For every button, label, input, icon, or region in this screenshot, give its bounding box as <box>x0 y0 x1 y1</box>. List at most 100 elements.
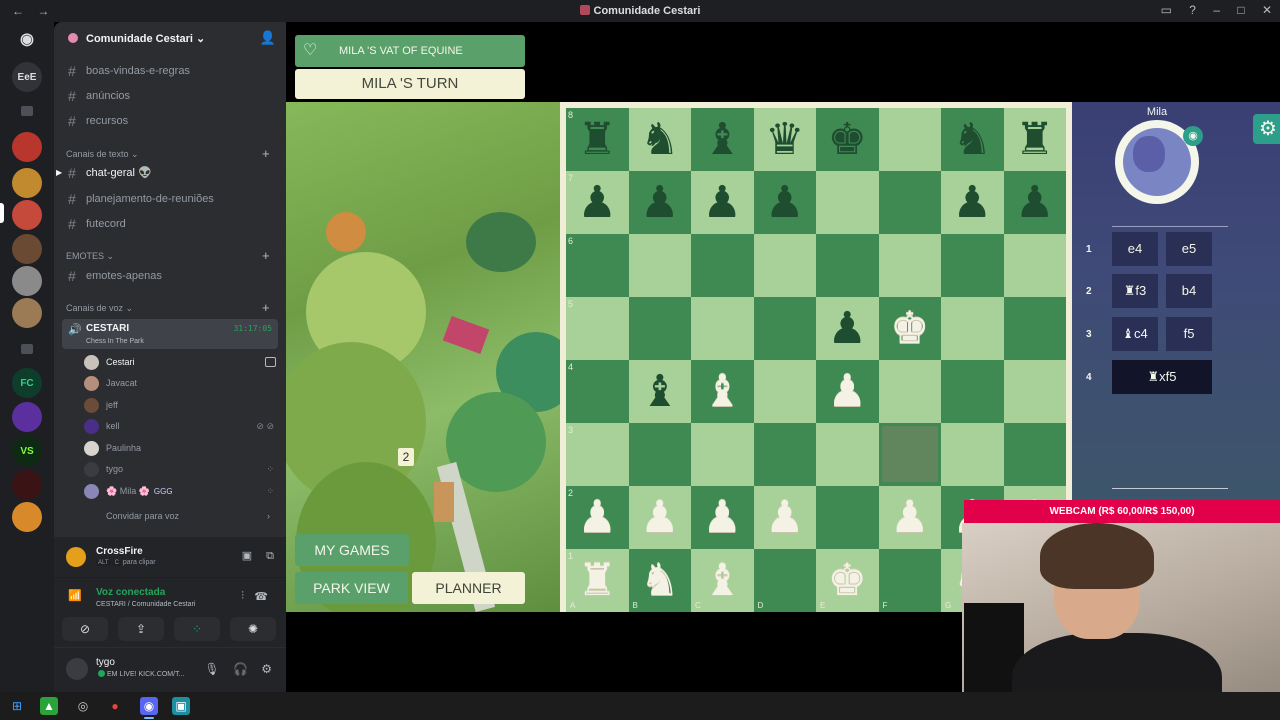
voice-user[interactable]: Paulinha <box>84 438 280 458</box>
channel-chat-geral[interactable]: ▶ # chat-geral 👽 <box>56 162 278 184</box>
black-bishop-piece[interactable]: ♝ <box>629 360 692 423</box>
black-pawn-piece[interactable]: ♟ <box>941 171 1004 234</box>
inbox-icon[interactable]: ▭ <box>1161 3 1172 17</box>
add-channel-icon[interactable]: + <box>262 248 270 263</box>
app-icon[interactable]: ▲ <box>40 697 58 715</box>
server-avatar[interactable] <box>12 132 42 162</box>
board-square[interactable]: 4 <box>566 360 629 423</box>
app-icon[interactable]: ◎ <box>74 697 92 715</box>
black-queen-piece[interactable]: ♛ <box>754 108 817 171</box>
white-pawn-piece[interactable]: ♟ <box>879 486 942 549</box>
noise-suppression-icon[interactable]: ⫶ <box>241 590 244 603</box>
white-pawn-piece[interactable]: ♟ <box>754 486 817 549</box>
board-square[interactable]: F <box>878 549 941 612</box>
move-black[interactable]: f5 <box>1166 317 1212 351</box>
minimize-icon[interactable]: – <box>1213 3 1220 17</box>
add-channel-icon[interactable]: + <box>262 300 270 315</box>
channel-planejamento[interactable]: # planejamento-de-reuniões <box>62 188 278 210</box>
server-eee[interactable]: EeE <box>12 62 42 92</box>
board-square[interactable] <box>816 171 879 234</box>
board-square[interactable] <box>816 234 879 297</box>
planner-button[interactable]: PLANNER <box>412 572 525 604</box>
server-avatar[interactable] <box>12 200 42 230</box>
close-icon[interactable]: ✕ <box>1262 3 1272 17</box>
board-square[interactable] <box>691 423 754 486</box>
board-square[interactable] <box>753 360 816 423</box>
headphones-icon[interactable]: 🎧 <box>233 662 248 676</box>
gear-icon[interactable]: ⚙ <box>1253 114 1280 144</box>
board-square[interactable] <box>1003 423 1066 486</box>
voice-user[interactable]: 🌸 Mila 🌸 GGG ⁘ <box>84 481 280 501</box>
black-pawn-piece[interactable]: ♟ <box>691 171 754 234</box>
board-square[interactable] <box>1003 234 1066 297</box>
board-square[interactable] <box>1003 297 1066 360</box>
black-pawn-piece[interactable]: ♟ <box>629 171 692 234</box>
category-emotes[interactable]: EMOTES ⌄ + <box>66 248 270 263</box>
add-member-icon[interactable]: 👤 <box>260 30 276 46</box>
invite-to-voice[interactable]: Convidar para voz › <box>84 506 280 526</box>
board-square[interactable] <box>1003 360 1066 423</box>
move-white-latest[interactable]: ♜xf5 <box>1112 360 1212 394</box>
white-rook-piece[interactable]: ♜ <box>566 549 629 612</box>
white-bishop-piece[interactable]: ♝ <box>691 549 754 612</box>
gear-icon[interactable]: ⚙ <box>261 662 272 676</box>
park-view-button[interactable]: PARK VIEW <box>295 572 408 604</box>
board-square[interactable] <box>816 486 879 549</box>
move-black[interactable]: b4 <box>1166 274 1212 308</box>
board-square[interactable]: 5 <box>566 297 629 360</box>
white-king-piece[interactable]: ♚ <box>816 549 879 612</box>
folder-icon[interactable] <box>21 106 33 116</box>
black-pawn-piece[interactable]: ♟ <box>816 297 879 360</box>
board-square[interactable] <box>628 234 691 297</box>
board-square[interactable] <box>941 423 1004 486</box>
server-avatar[interactable] <box>12 234 42 264</box>
move-white[interactable]: ♝c4 <box>1112 317 1158 351</box>
server-fc[interactable]: FC <box>12 368 42 398</box>
board-square[interactable] <box>816 423 879 486</box>
black-knight-piece[interactable]: ♞ <box>629 108 692 171</box>
avatar[interactable] <box>66 658 88 680</box>
board-square[interactable] <box>691 297 754 360</box>
help-icon[interactable]: ? <box>1189 3 1196 17</box>
board-square[interactable] <box>628 297 691 360</box>
board-square[interactable] <box>878 171 941 234</box>
black-pawn-piece[interactable]: ♟ <box>1004 171 1067 234</box>
server-avatar[interactable] <box>12 502 42 532</box>
black-knight-piece[interactable]: ♞ <box>941 108 1004 171</box>
white-king-piece[interactable]: ♚ <box>879 297 942 360</box>
white-pawn-piece[interactable]: ♟ <box>691 486 754 549</box>
server-avatar[interactable] <box>12 402 42 432</box>
server-avatar[interactable] <box>12 470 42 500</box>
voice-channel-cestari[interactable]: 🔊 CESTARI 31:17:05 Chess In The Park <box>62 319 278 349</box>
maximize-icon[interactable]: □ <box>1237 3 1244 17</box>
move-white[interactable]: e4 <box>1112 232 1158 266</box>
soundboard-button[interactable]: ✺ <box>230 617 276 641</box>
board-square[interactable] <box>941 234 1004 297</box>
white-pawn-piece[interactable]: ♟ <box>816 360 879 423</box>
share-screen-button[interactable]: ⇪ <box>118 617 164 641</box>
board-square[interactable] <box>878 360 941 423</box>
server-avatar[interactable] <box>12 298 42 328</box>
chrome-icon[interactable]: ● <box>106 697 124 715</box>
black-bishop-piece[interactable]: ♝ <box>691 108 754 171</box>
board-square[interactable]: 6 <box>566 234 629 297</box>
black-pawn-piece[interactable]: ♟ <box>566 171 629 234</box>
channel-emotes-apenas[interactable]: # emotes-apenas <box>62 265 278 287</box>
disconnect-icon[interactable]: ☎ <box>254 590 268 603</box>
server-vs[interactable]: VS <box>12 436 42 466</box>
channel-recursos[interactable]: # recursos <box>62 110 278 132</box>
folder-icon[interactable] <box>21 344 33 354</box>
board-square[interactable] <box>753 297 816 360</box>
screen-share-icon[interactable]: ▣ <box>242 550 252 562</box>
voice-user[interactable]: kell ⊘ ⊘ <box>84 416 280 436</box>
channel-anuncios[interactable]: # anúncios <box>62 85 278 107</box>
channel-futecord[interactable]: # futecord <box>62 213 278 235</box>
board-square[interactable] <box>941 297 1004 360</box>
board-square[interactable] <box>941 360 1004 423</box>
app-icon[interactable]: ▣ <box>172 697 190 715</box>
add-channel-icon[interactable]: + <box>262 146 270 161</box>
black-pawn-piece[interactable]: ♟ <box>754 171 817 234</box>
black-king-piece[interactable]: ♚ <box>816 108 879 171</box>
move-black[interactable]: e5 <box>1166 232 1212 266</box>
server-avatar[interactable] <box>12 168 42 198</box>
